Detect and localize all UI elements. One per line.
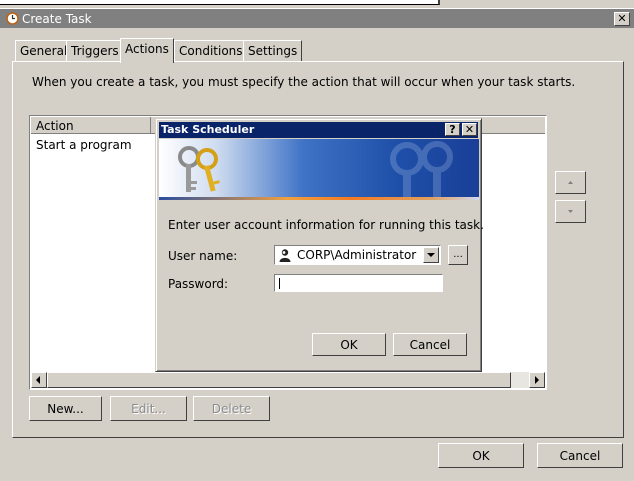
dropdown-arrow-icon[interactable] [423,247,439,263]
dialog-ok-button[interactable]: OK [312,333,386,356]
password-field[interactable] [274,274,443,292]
username-combobox[interactable]: CORP\Administrator [274,245,441,265]
text-caret [279,278,280,289]
dialog-prompt: Enter user account information for runni… [168,218,484,232]
user-icon [279,249,291,262]
dialog-titlebar: Task Scheduler ? ✕ [159,122,478,138]
help-icon[interactable]: ? [445,123,460,136]
banner-divider [159,197,479,200]
dialog-cancel-button[interactable]: Cancel [393,333,467,356]
window-titlebar: Create Task ✕ [0,9,634,28]
dialog-banner [159,139,479,199]
ok-button[interactable]: OK [438,443,524,468]
window-title: Create Task [22,12,92,26]
background-window-edge [0,0,440,5]
close-icon[interactable]: ✕ [462,123,477,136]
tab-settings[interactable]: Settings [243,40,303,61]
username-label: User name: [168,249,238,263]
banner-watermark-keys [390,141,453,199]
cancel-button[interactable]: Cancel [537,443,623,468]
task-scheduler-dialog: Task Scheduler ? ✕ Enter user account in… [155,118,484,372]
browse-user-button[interactable]: ... [448,245,468,265]
dialog-title: Task Scheduler [161,123,255,136]
username-value: CORP\Administrator [297,248,417,262]
keys-icon [178,146,220,192]
tab-general[interactable]: General [15,40,73,61]
task-clock-icon [6,12,19,25]
tab-conditions[interactable]: Conditions [174,40,248,61]
tab-actions[interactable]: Actions [120,38,174,63]
password-label: Password: [168,277,229,291]
close-icon[interactable]: ✕ [614,12,630,26]
tab-triggers[interactable]: Triggers [66,40,124,61]
